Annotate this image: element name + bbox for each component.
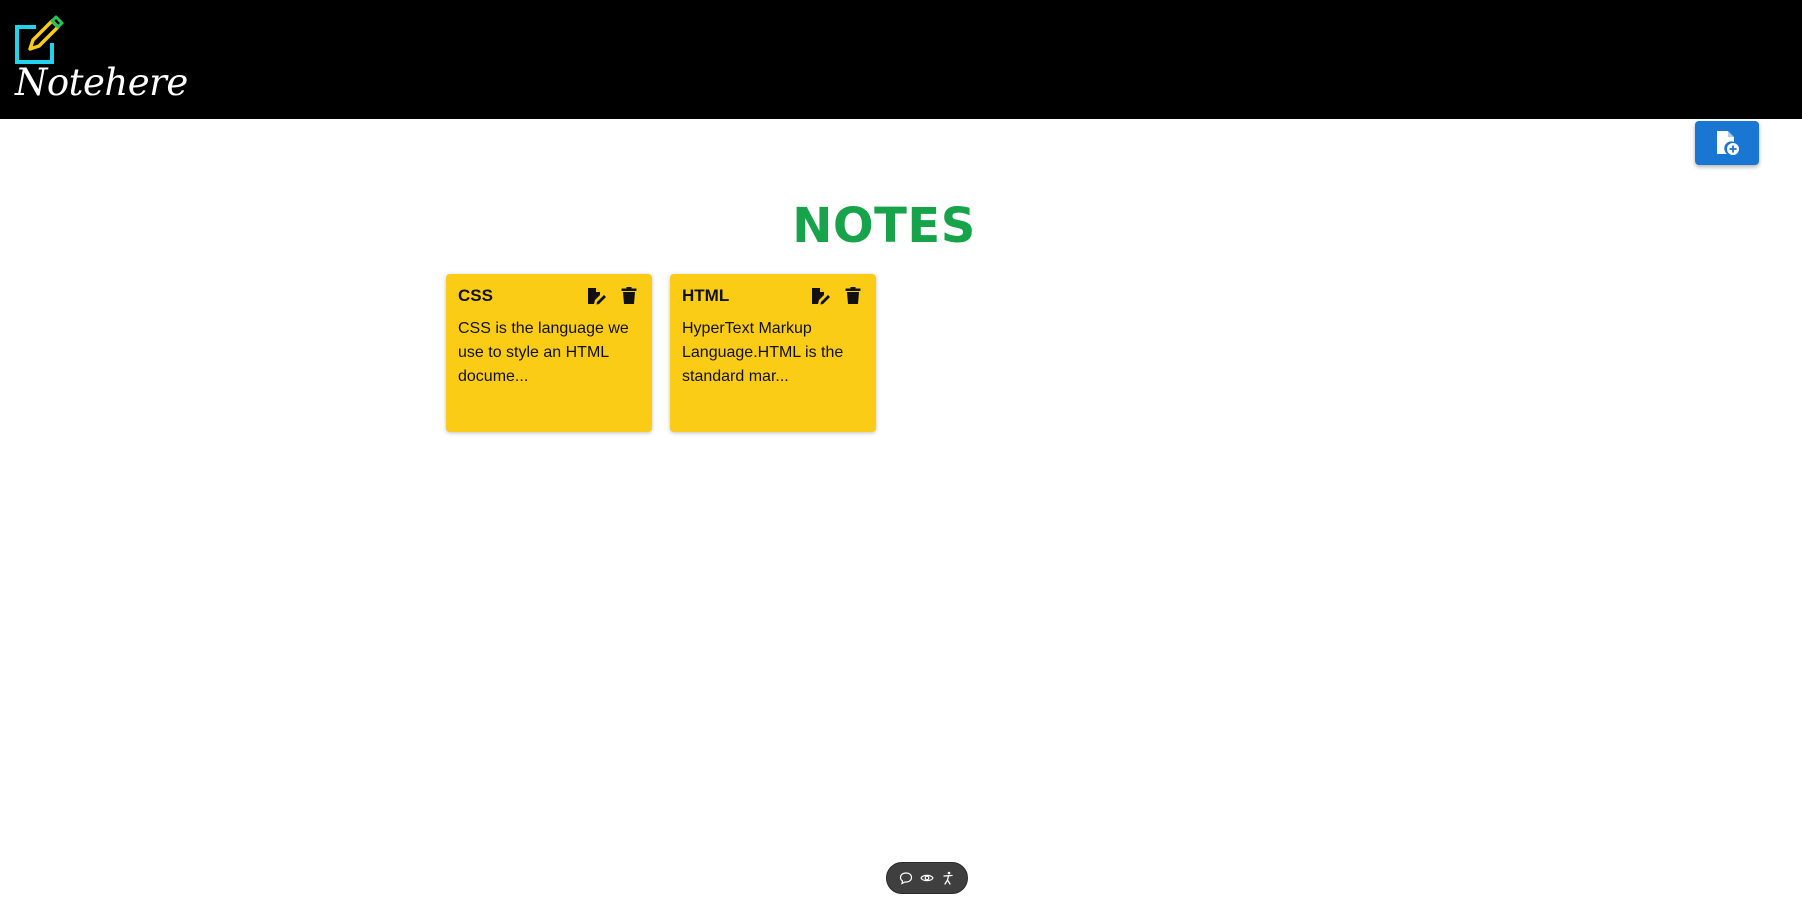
top-navbar: Notehere — [0, 0, 1802, 119]
page-title: NOTES — [792, 198, 976, 254]
brand-logo[interactable]: Notehere — [14, 13, 188, 104]
edit-note-logo-icon — [15, 15, 64, 64]
chat-bubble-icon[interactable] — [898, 870, 914, 886]
add-note-button[interactable] — [1695, 121, 1759, 165]
eye-icon[interactable] — [919, 870, 935, 886]
note-body: CSS is the language we use to style an H… — [458, 320, 629, 385]
delete-note-button[interactable] — [618, 286, 640, 306]
accessibility-icon[interactable] — [940, 870, 956, 886]
note-card[interactable]: HTML HyperText Markup Language.HTML is t… — [670, 274, 876, 432]
floating-toolbar — [886, 862, 968, 894]
note-title: CSS — [458, 286, 493, 305]
brand-name: Notehere — [15, 61, 188, 104]
edit-note-icon — [588, 288, 606, 305]
add-note-icon — [1717, 131, 1739, 155]
note-body: HyperText Markup Language.HTML is the st… — [682, 320, 844, 385]
delete-note-button[interactable] — [842, 286, 864, 306]
edit-note-icon — [812, 288, 830, 305]
edit-note-button[interactable] — [586, 286, 608, 306]
trash-icon — [621, 287, 637, 304]
note-card[interactable]: CSS CSS is the language we use to style … — [446, 274, 652, 432]
trash-icon — [845, 287, 861, 304]
edit-note-button[interactable] — [810, 286, 832, 306]
note-title: HTML — [682, 286, 730, 305]
